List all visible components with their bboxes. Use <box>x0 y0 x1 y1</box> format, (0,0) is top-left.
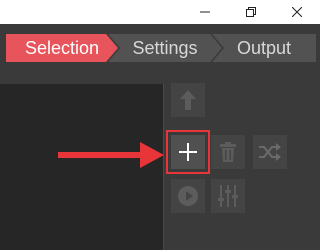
shuffle-button[interactable] <box>253 135 287 169</box>
equalizer-icon <box>218 185 238 207</box>
step-label: Output <box>236 37 292 58</box>
step-output[interactable]: Output <box>212 34 316 62</box>
step-label: Settings <box>132 37 198 58</box>
close-icon <box>292 7 302 17</box>
delete-button[interactable] <box>211 135 245 169</box>
play-button[interactable] <box>171 179 205 213</box>
highlight-box <box>166 130 210 174</box>
minimize-icon <box>200 11 210 13</box>
play-icon <box>178 186 198 206</box>
annotation-arrow-icon <box>58 142 164 168</box>
restore-icon <box>246 7 256 17</box>
shuffle-icon <box>259 143 281 161</box>
arrow-up-icon <box>180 90 196 110</box>
restore-button[interactable] <box>228 0 274 24</box>
trash-icon <box>220 142 236 162</box>
close-button[interactable] <box>274 0 320 24</box>
window-titlebar <box>0 0 320 24</box>
equalizer-button[interactable] <box>211 179 245 213</box>
step-selection[interactable]: Selection <box>6 34 118 62</box>
step-label: Selection <box>24 37 100 58</box>
step-navigation: Selection Settings Output <box>6 34 316 62</box>
move-up-button[interactable] <box>171 83 205 117</box>
step-settings[interactable]: Settings <box>108 34 222 62</box>
minimize-button[interactable] <box>182 0 228 24</box>
